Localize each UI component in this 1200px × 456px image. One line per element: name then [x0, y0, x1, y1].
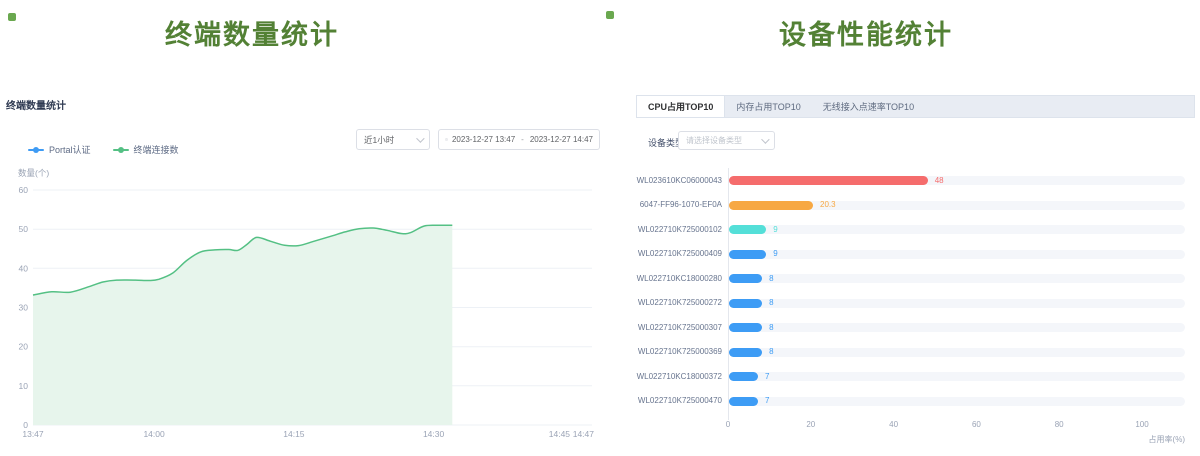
bar-chart-x-tick: 40 — [879, 420, 909, 429]
bar — [729, 323, 762, 332]
bar-track — [729, 397, 1185, 406]
bar-value-label: 9 — [773, 225, 777, 235]
svg-text:30: 30 — [19, 303, 29, 313]
bar-row: WL023610KC0600004348 — [640, 176, 1196, 186]
bar-value-label: 8 — [769, 274, 773, 284]
clock-icon — [445, 135, 448, 144]
right-section-title: 设备性能统计 — [614, 13, 1118, 49]
bar-track — [729, 250, 1185, 259]
bar — [729, 201, 813, 210]
bar — [729, 176, 928, 185]
bar-value-label: 8 — [769, 323, 773, 333]
time-range-value: 近1小时 — [364, 134, 394, 146]
terminal-card-title: 终端数量统计 — [6, 97, 66, 112]
date-range-picker[interactable]: 2023-12-27 13:47 - 2023-12-27 14:47 — [438, 129, 600, 150]
terminal-line-chart: 010203040506013:4714:0014:1514:3014:4514… — [0, 180, 610, 450]
bar — [729, 348, 762, 357]
cpu-top10-bar-chart: WL023610KC0600004348 6047-FF96-1070-EF0A2… — [640, 168, 1196, 453]
bar-row: WL022710K7250003698 — [640, 347, 1196, 357]
dashboard-root: 终端数量统计 设备性能统计 终端数量统计 近1小时 2023-12-27 13:… — [0, 0, 1200, 456]
date-range-start: 2023-12-27 13:47 — [452, 135, 515, 144]
bar-row: WL022710KC180002808 — [640, 274, 1196, 284]
chevron-down-icon — [416, 134, 424, 142]
bar-category-label: WL022710K725000102 — [610, 225, 722, 235]
legend-label: Portal认证 — [49, 143, 91, 156]
svg-text:14:15: 14:15 — [283, 429, 305, 439]
bar-value-label: 48 — [935, 176, 944, 186]
bar-track — [729, 274, 1185, 283]
bar-value-label: 7 — [765, 372, 769, 382]
bar-chart-x-tick: 0 — [713, 420, 743, 429]
bar-category-label: WL022710K725000470 — [610, 396, 722, 406]
svg-text:40: 40 — [19, 263, 29, 273]
bar-value-label: 8 — [769, 298, 773, 308]
tab-3[interactable]: 无线接入点速率TOP10 — [812, 96, 925, 117]
legend-marker-icon — [113, 149, 129, 151]
bar-track — [729, 225, 1185, 234]
bar-row: WL022710K7250002728 — [640, 298, 1196, 308]
bar-row: WL022710K7250001029 — [640, 225, 1196, 235]
bar — [729, 397, 758, 406]
legend-marker-icon — [28, 149, 44, 151]
bar-chart-x-tick: 80 — [1044, 420, 1074, 429]
y-axis-title: 数量(个) — [18, 167, 49, 179]
bar-row: WL022710K7250004099 — [640, 249, 1196, 259]
bar-track — [729, 323, 1185, 332]
bar — [729, 225, 766, 234]
bar-category-label: 6047-FF96-1070-EF0A — [610, 200, 722, 210]
legend-item-1[interactable]: Portal认证 — [28, 143, 91, 156]
bar-track — [729, 299, 1185, 308]
time-range-select[interactable]: 近1小时 — [356, 129, 430, 150]
device-type-select[interactable]: 请选择设备类型 — [678, 131, 775, 150]
bar-row: 6047-FF96-1070-EF0A20.3 — [640, 200, 1196, 210]
bar-category-label: WL022710K725000272 — [610, 298, 722, 308]
bar-chart-x-axis-label: 占用率(%) — [1105, 434, 1185, 445]
bar-value-label: 8 — [769, 347, 773, 357]
date-range-end: 2023-12-27 14:47 — [530, 135, 593, 144]
bar-row: WL022710K7250004707 — [640, 396, 1196, 406]
svg-text:14:47: 14:47 — [573, 429, 595, 439]
svg-text:50: 50 — [19, 224, 29, 234]
bar-category-label: WL022710KC18000372 — [610, 372, 722, 382]
bar-chart-x-tick: 60 — [961, 420, 991, 429]
svg-text:20: 20 — [19, 342, 29, 352]
svg-text:60: 60 — [19, 185, 29, 195]
bar — [729, 274, 762, 283]
bar-category-label: WL022710K725000307 — [610, 323, 722, 333]
chevron-down-icon — [761, 135, 769, 143]
bar-track — [729, 348, 1185, 357]
tab-1[interactable]: CPU占用TOP10 — [637, 96, 725, 117]
performance-tabs: CPU占用TOP10内存占用TOP10无线接入点速率TOP10 — [636, 95, 1195, 118]
legend-label: 终端连接数 — [134, 143, 179, 156]
bar-category-label: WL022710K725000409 — [610, 249, 722, 259]
bar-value-label: 20.3 — [820, 200, 836, 210]
bar-row: WL022710K7250003078 — [640, 323, 1196, 333]
bar-category-label: WL023610KC06000043 — [610, 176, 722, 186]
device-type-placeholder: 请选择设备类型 — [686, 135, 742, 146]
svg-text:10: 10 — [19, 381, 29, 391]
right-corner-marker-icon — [606, 11, 614, 19]
svg-text:14:30: 14:30 — [423, 429, 445, 439]
legend: Portal认证 终端连接数 — [28, 143, 179, 156]
legend-item-2[interactable]: 终端连接数 — [113, 143, 179, 156]
bar-chart-x-tick: 20 — [796, 420, 826, 429]
left-section-title: 终端数量统计 — [0, 13, 504, 49]
svg-text:14:00: 14:00 — [143, 429, 165, 439]
bar-chart-x-tick: 100 — [1127, 420, 1157, 429]
bar-row: WL022710KC180003727 — [640, 372, 1196, 382]
bar — [729, 372, 758, 381]
bar — [729, 250, 766, 259]
bar-track — [729, 372, 1185, 381]
svg-text:13:47: 13:47 — [22, 429, 44, 439]
bar — [729, 299, 762, 308]
bar-value-label: 9 — [773, 249, 777, 259]
bar-category-label: WL022710K725000369 — [610, 347, 722, 357]
svg-text:14:45: 14:45 — [549, 429, 571, 439]
bar-value-label: 7 — [765, 396, 769, 406]
date-range-separator: - — [519, 135, 526, 144]
bar-category-label: WL022710KC18000280 — [610, 274, 722, 284]
tab-2[interactable]: 内存占用TOP10 — [725, 96, 811, 117]
